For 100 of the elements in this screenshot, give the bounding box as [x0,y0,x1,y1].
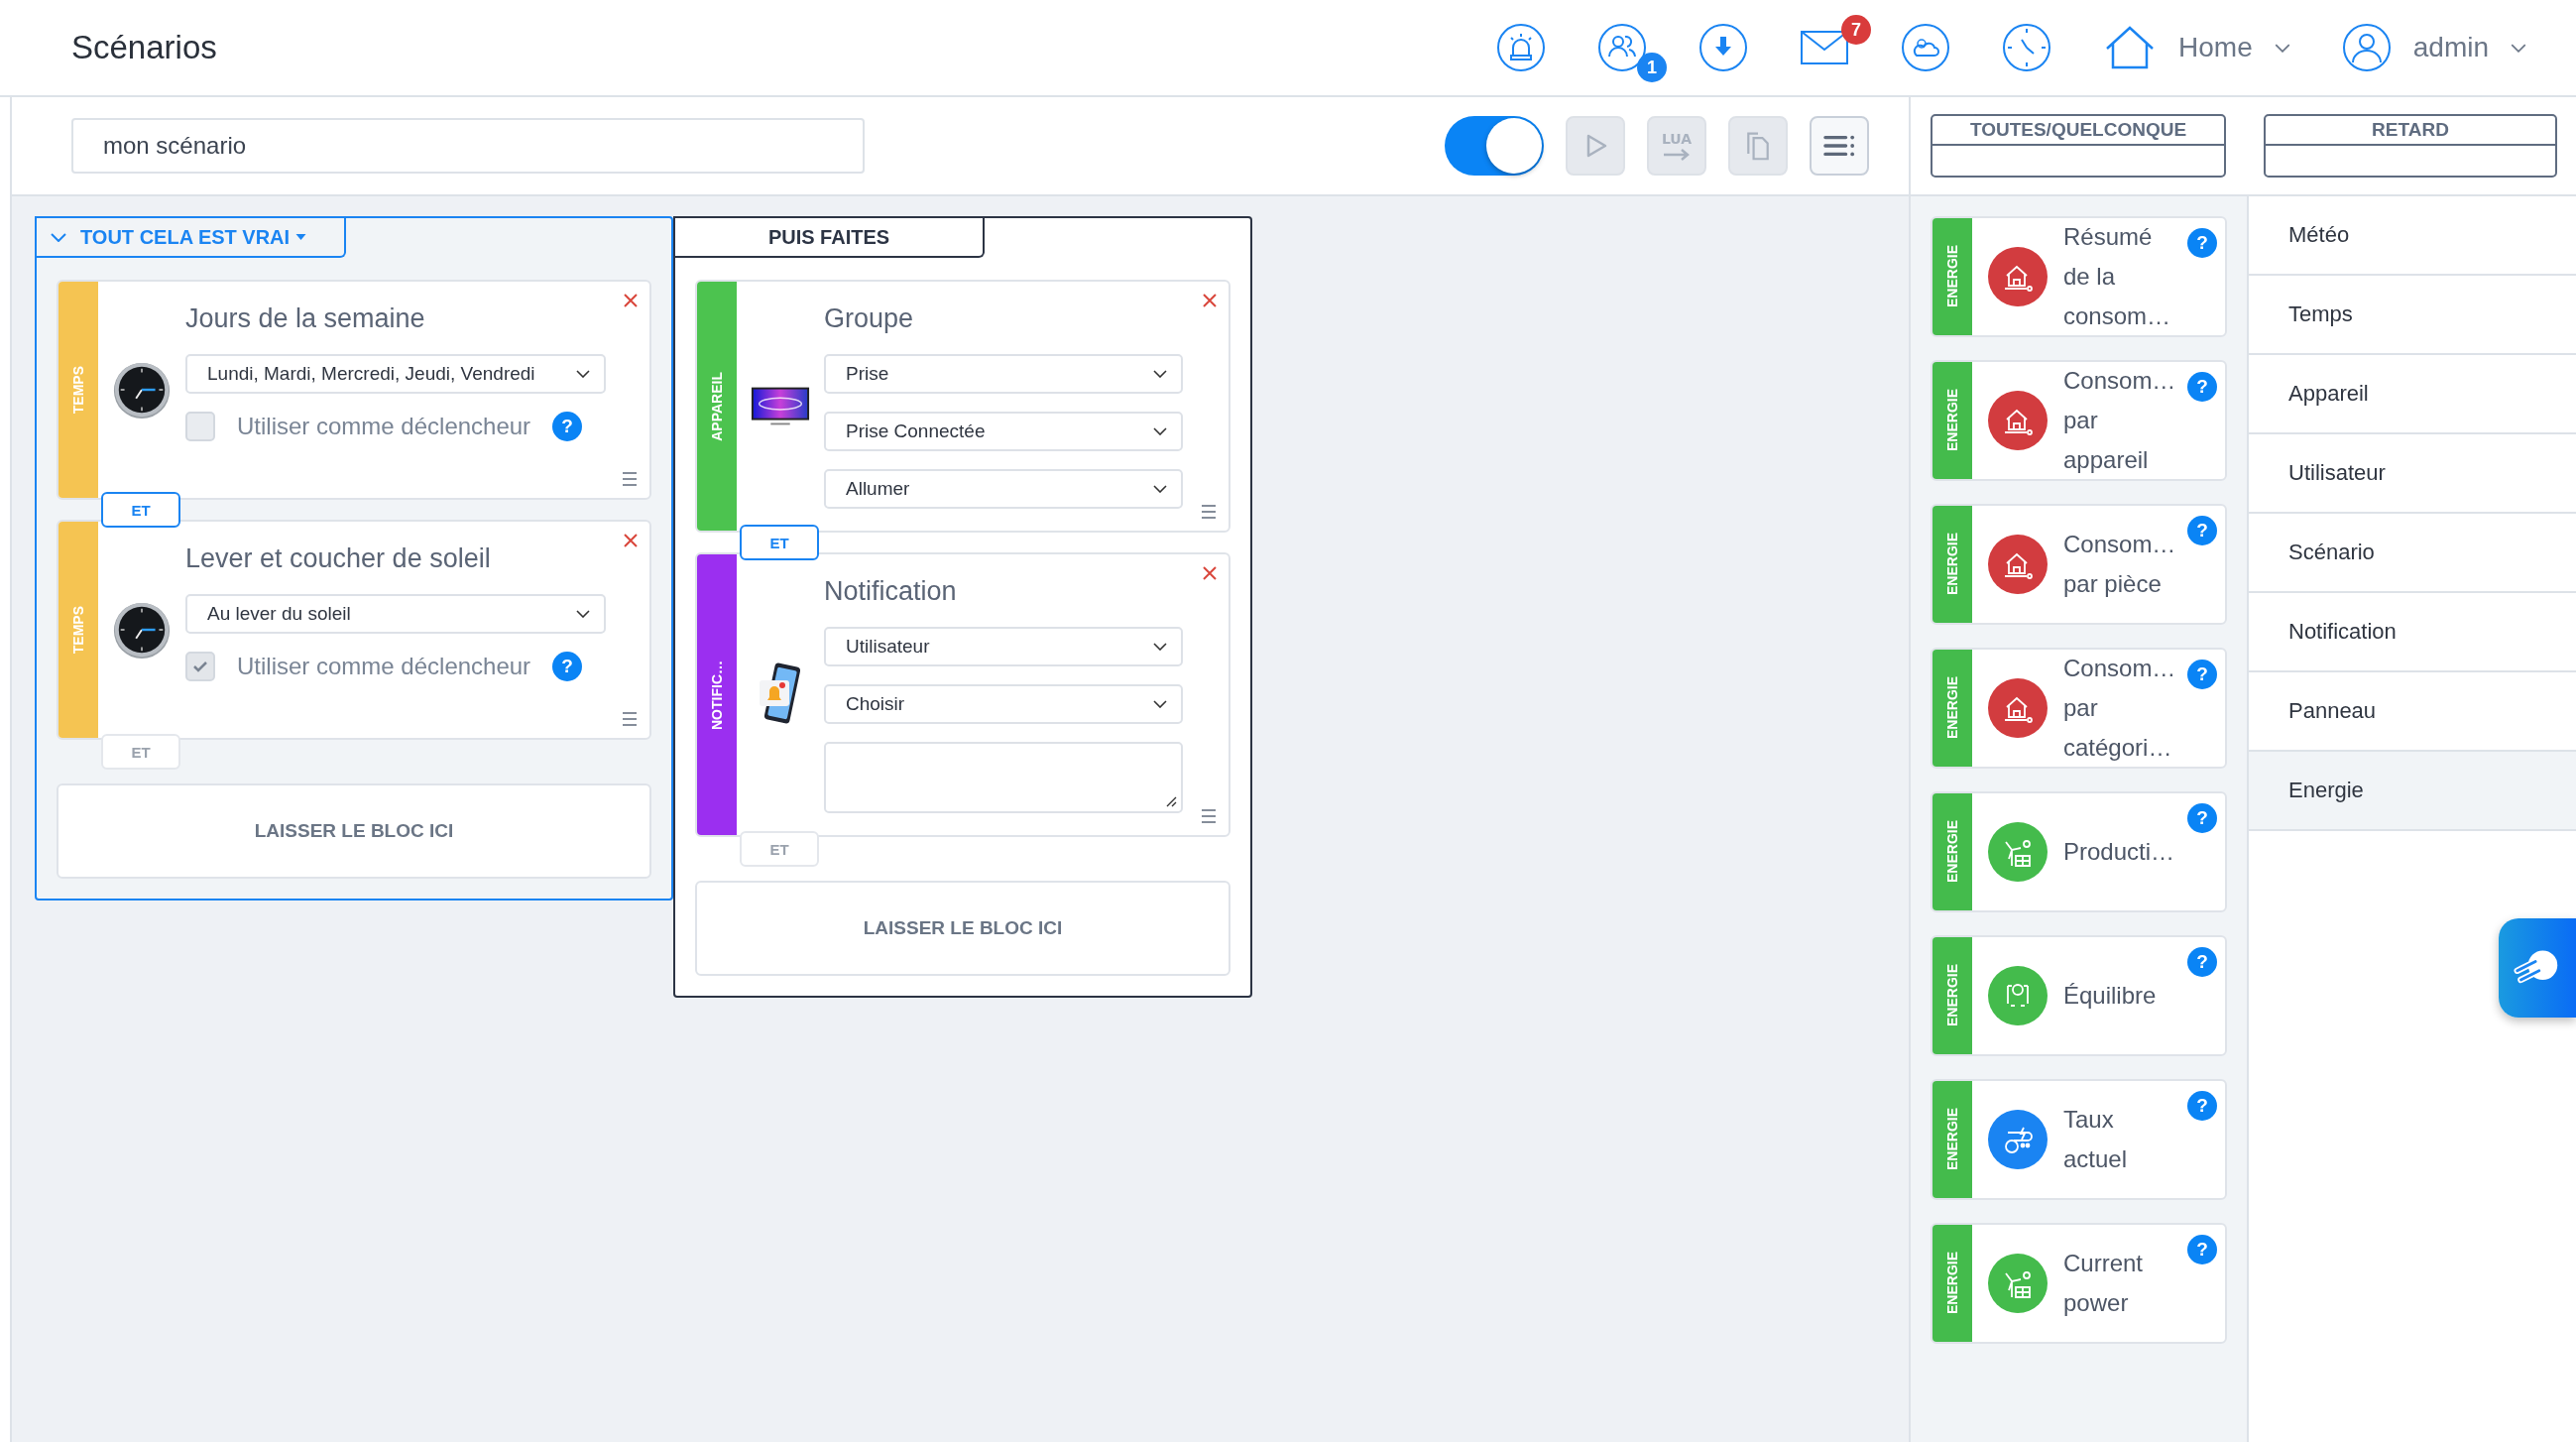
palette-block[interactable]: ENERGIE Consom… par pièce ? [1931,504,2227,625]
checkbox-label: Utiliser comme déclencheur [237,653,531,680]
drag-handle-icon[interactable] [1201,809,1217,823]
chevron-icon[interactable] [1153,485,1167,493]
home-dropdown[interactable]: Home [2103,25,2290,70]
block-title: Groupe [824,303,915,334]
category-item[interactable]: Météo [2249,196,2576,276]
category-label: ENERGIE [1932,1081,1972,1198]
palette-block[interactable]: ENERGIE Équilibre ? [1931,935,2227,1056]
dropdown[interactable]: Allumer [824,469,1183,509]
category-item[interactable]: Temps [2249,276,2576,355]
house-plug-icon [1988,247,2048,306]
block-title: Notification [824,576,958,607]
category-item[interactable]: Notification [2249,593,2576,672]
help-icon[interactable]: ? [2187,1091,2217,1121]
and-connector[interactable]: ET [101,492,180,528]
category-item[interactable]: Scénario [2249,514,2576,593]
category-label: ENERGIE [1932,362,1972,479]
block-name: Équilibre [2063,981,2158,1011]
dropdown[interactable]: Choisir [824,684,1183,724]
dropdown[interactable]: Au lever du soleil [185,594,606,634]
block-name: Consom… par pièce [2063,530,2177,599]
palette-block[interactable]: ENERGIE Producti… ? [1931,791,2227,912]
close-icon[interactable] [624,294,638,307]
dropdown[interactable]: Utilisateur [824,627,1183,666]
scenario-block[interactable]: TEMPS Jours de la semaine Lundi, Mardi, Mercredi, Jeudi, Vendredi Utiliser comme déclencheur ? [57,280,651,500]
weather-icon[interactable] [1901,23,1951,72]
scenario-block[interactable]: APPAREIL Groupe Prise Prise Connectée Allumer [695,280,1230,533]
category-label: ENERGIE [1932,650,1972,767]
palette-block[interactable]: ENERGIE Taux actuel ? [1931,1079,2227,1200]
close-icon[interactable] [1203,566,1217,580]
chevron-icon[interactable] [1153,643,1167,651]
category-label: NOTIFIC… [697,554,737,835]
category-label: ENERGIE [1932,937,1972,1054]
notification-badge: 1 [1637,53,1668,82]
menu-button[interactable] [1810,116,1869,176]
help-icon[interactable]: ? [552,652,583,681]
chevron-icon[interactable] [1153,370,1167,378]
palette-block[interactable]: ENERGIE Current power ? [1931,1223,2227,1344]
chevron-icon[interactable] [576,610,590,618]
scenario-block[interactable]: TEMPS Lever et coucher de soleil Au lever du soleil Utiliser comme déclencheur ? [57,520,651,740]
checkbox[interactable] [185,412,215,441]
help-icon[interactable]: ? [2187,660,2217,689]
download-icon[interactable] [1698,23,1749,72]
help-icon[interactable]: ? [2187,947,2217,977]
notification-badge: 7 [1841,15,1872,45]
chevron-icon[interactable] [1153,700,1167,708]
help-icon[interactable]: ? [552,412,583,441]
palette-block[interactable]: ENERGIE Résumé de la consom… ? [1931,216,2227,337]
house-plug-icon [1988,535,2048,594]
house-plug-icon [1988,391,2048,450]
scenario-name-field[interactable]: mon scénario [71,118,865,174]
block-title: Lever et coucher de soleil [185,543,492,574]
block-title: Jours de la semaine [185,303,426,334]
dropdown[interactable]: Lundi, Mardi, Mercredi, Jeudi, Vendredi [185,354,606,394]
drag-handle-icon[interactable] [1201,505,1217,519]
category-label: ENERGIE [1932,506,1972,623]
dropdown[interactable]: Prise Connectée [824,412,1183,451]
user-menu[interactable]: admin [2341,23,2526,72]
help-icon[interactable]: ? [2187,803,2217,833]
close-icon[interactable] [1203,294,1217,307]
drag-handle-icon[interactable] [622,472,638,486]
category-label: ENERGIE [1932,218,1972,335]
help-icon[interactable]: ? [2187,372,2217,402]
help-icon[interactable]: ? [2187,516,2217,545]
close-icon[interactable] [624,534,638,547]
help-icon[interactable]: ? [2187,1235,2217,1264]
siren-icon[interactable] [1496,23,1547,72]
chevron-icon[interactable] [1153,427,1167,435]
drag-handle-icon[interactable] [622,712,638,726]
chevron-icon[interactable] [576,370,590,378]
block-name: Taux actuel [2063,1105,2129,1174]
palette-block[interactable]: ENERGIE Consom… par appareil ? [1931,360,2227,481]
mail-icon[interactable] [1800,29,1850,66]
message-field[interactable] [824,742,1183,813]
checkbox-label: Utiliser comme déclencheur [237,413,531,440]
category-item[interactable]: Appareil [2249,355,2576,434]
category-label: ENERGIE [1932,793,1972,910]
toggle-switch[interactable] [1445,116,1544,176]
dropdown[interactable]: Prise [824,354,1183,394]
block-name: Consom… par catégori… [2063,654,2177,763]
scenario-block[interactable]: NOTIFIC… Notification Utilisateur Choisir [695,552,1230,837]
block-name: Résumé de la consom… [2063,222,2172,331]
block-template[interactable]: RETARD [2264,114,2557,178]
caret-icon[interactable] [295,234,307,240]
users-icon[interactable] [1597,23,1648,72]
user-icon[interactable] [2341,23,2392,72]
category-label: APPAREIL [697,282,737,531]
house-plug-icon [1988,678,2048,738]
palette-block[interactable]: ENERGIE Consom… par catégori… ? [1931,648,2227,769]
category-item[interactable]: Energie [2249,752,2576,831]
category-item[interactable]: Utilisateur [2249,434,2576,514]
block-name: Consom… par appareil [2063,366,2177,475]
resize-grip-icon[interactable] [1165,795,1177,807]
help-icon[interactable]: ? [2187,228,2217,258]
and-connector[interactable]: ET [740,525,819,560]
block-template[interactable]: TOUTES/QUELCONQUE [1931,114,2226,178]
drop-zone: LAISSER LE BLOC ICI [57,783,651,879]
assistant-button[interactable] [2499,918,2576,1018]
clock-icon[interactable] [2002,23,2052,72]
